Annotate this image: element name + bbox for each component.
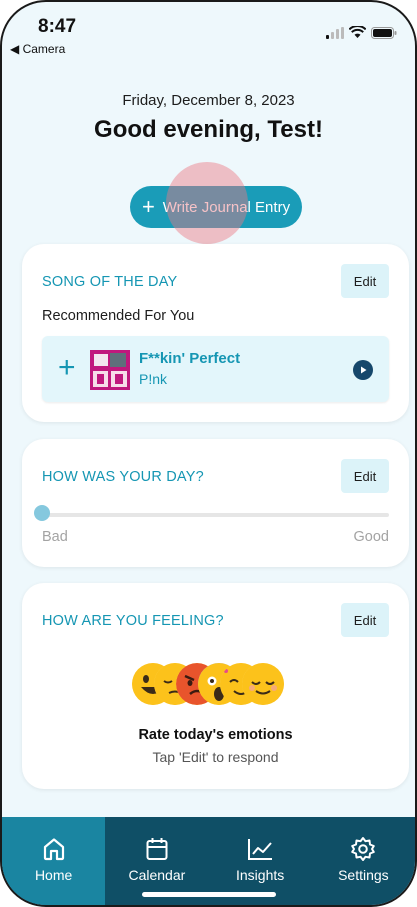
song-card-title: SONG OF THE DAY — [42, 274, 178, 290]
album-art — [90, 350, 130, 390]
day-card-title: HOW WAS YOUR DAY? — [42, 469, 204, 485]
rate-emotions-subtitle: Tap 'Edit' to respond — [152, 749, 279, 765]
feeling-edit-button[interactable]: Edit — [341, 603, 389, 637]
add-song-icon[interactable]: + — [58, 350, 76, 386]
day-rating-low-label: Bad — [42, 529, 68, 545]
wifi-icon — [349, 26, 366, 38]
tab-settings-label: Settings — [338, 867, 389, 883]
tab-settings[interactable]: Settings — [312, 817, 415, 905]
feeling-card-title: HOW ARE YOU FEELING? — [42, 613, 224, 629]
play-icon[interactable] — [353, 360, 373, 380]
write-journal-entry-button[interactable]: + Write Journal Entry — [130, 186, 302, 228]
gear-icon — [351, 837, 376, 861]
song-edit-button[interactable]: Edit — [341, 264, 389, 298]
song-row[interactable]: + F**kin' Perfect P!nk — [42, 336, 389, 402]
current-date: Friday, December 8, 2023 — [122, 92, 295, 109]
tab-insights-label: Insights — [236, 867, 285, 883]
home-icon — [43, 838, 64, 861]
status-time: 8:47 — [38, 16, 77, 37]
calendar-icon — [146, 838, 168, 860]
how-are-you-feeling-card: HOW ARE YOU FEELING? Edit Rate today's e… — [22, 583, 409, 789]
phone-screen: 8:47 ◀ Camera Friday, December 8, 2023 G… — [0, 0, 417, 907]
rate-emotions-title: Rate today's emotions — [138, 727, 293, 743]
song-artist: P!nk — [139, 371, 168, 387]
plus-icon: + — [141, 194, 155, 219]
greeting-title: Good evening, Test! — [94, 116, 323, 143]
status-icons — [326, 26, 397, 39]
tab-home-label: Home — [34, 867, 73, 883]
battery-icon — [371, 26, 397, 39]
cellular-signal-icon — [326, 26, 344, 39]
song-of-the-day-card: SONG OF THE DAY Edit Recommended For You… — [22, 244, 409, 422]
emotion-emoji-group — [132, 663, 302, 713]
write-journal-entry-label: Write Journal Entry — [162, 198, 291, 216]
song-title: F**kin' Perfect — [139, 350, 241, 367]
back-to-camera-link[interactable]: ◀ Camera — [10, 42, 65, 56]
status-bar: 8:47 ◀ Camera — [2, 2, 415, 62]
how-was-your-day-card: HOW WAS YOUR DAY? Edit Bad Good — [22, 439, 409, 567]
day-edit-button[interactable]: Edit — [341, 459, 389, 493]
home-indicator[interactable] — [142, 892, 276, 897]
day-rating-high-label: Good — [353, 529, 389, 545]
tab-calendar-label: Calendar — [128, 867, 186, 883]
day-rating-thumb[interactable] — [34, 505, 50, 521]
chart-icon — [248, 839, 273, 860]
tab-home[interactable]: Home — [2, 817, 106, 905]
song-subtitle: Recommended For You — [42, 308, 195, 324]
day-rating-track[interactable] — [42, 513, 389, 517]
relieved-emoji-icon — [242, 663, 284, 705]
